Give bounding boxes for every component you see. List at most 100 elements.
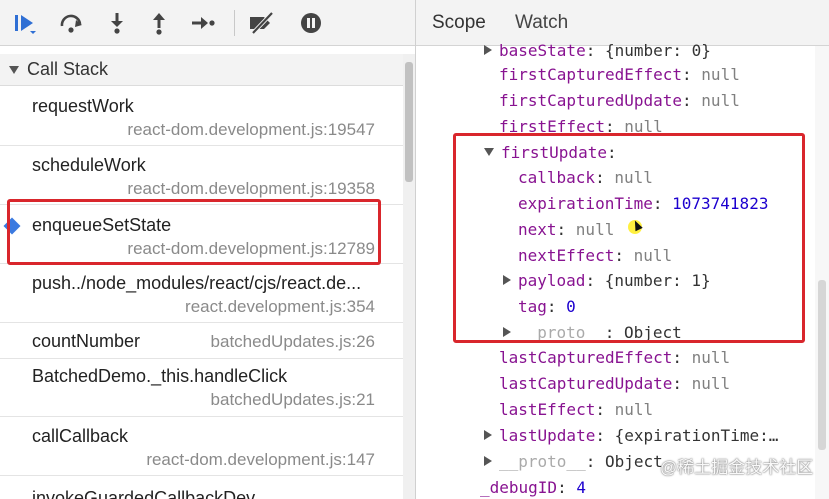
frame-location: react-dom.development.js:19358 [127,179,375,198]
resume-icon [15,15,36,34]
property-key: firstCapturedUpdate [499,90,683,110]
property-key: firstUpdate [501,142,607,162]
call-stack-header[interactable]: Call Stack [0,54,403,86]
property-key: payload [518,270,586,290]
step-button[interactable] [188,8,218,38]
step-into-icon [111,13,123,34]
property-key: _debugID [480,477,558,497]
scope-row-tag[interactable]: tag: 0 [518,293,576,319]
property-key: next [518,219,557,239]
property-key: tag [518,296,547,316]
step-into-button[interactable] [102,8,132,38]
property-key: baseState [499,40,586,60]
property-key: callback [518,167,596,187]
property-value: null [633,245,673,265]
scope-row-first-captured-update[interactable]: firstCapturedUpdate: null [499,87,740,113]
property-value: Object [604,451,663,471]
step-over-button[interactable] [56,8,86,38]
call-frame-request-work[interactable]: requestWork react-dom.development.js:195… [0,87,403,146]
debugger-right-panel: Scope Watch baseState: {number: 0} first… [415,0,829,499]
call-frame-enqueue-set-state[interactable]: enqueueSetState react-dom.development.js… [0,205,403,264]
scope-row-first-update[interactable]: firstUpdate: [484,139,617,165]
scope-row-debug-id[interactable]: _debugID: 4 [480,474,586,499]
watermark: @稀土掘金技术社区 [660,458,814,477]
property-value: null [624,116,663,136]
property-value: 0 [566,296,576,316]
tab-watch[interactable]: Watch [515,12,568,34]
call-frame-count-number[interactable]: countNumber batchedUpdates.js:26 [0,323,403,359]
scope-row-expiration-time[interactable]: expirationTime: 1073741823 [518,190,768,216]
frame-location: react-dom.development.js:12789 [127,239,375,258]
scope-row-callback[interactable]: callback: null [518,164,653,190]
scope-row-first-captured-effect[interactable]: firstCapturedEffect: null [499,61,740,87]
tab-scope[interactable]: Scope [432,12,486,34]
property-value: null [691,373,731,393]
frame-function-name: countNumber [32,331,141,351]
frame-location: batchedUpdates.js:21 [210,390,375,409]
call-frame-push[interactable]: push../node_modules/react/cjs/react.de..… [0,264,403,323]
property-value: null [614,399,654,419]
property-key: firstEffect [499,116,605,136]
property-value: null [701,64,740,84]
scope-row-next[interactable]: next: null [518,216,614,242]
property-value: null [614,167,653,187]
scope-scrollbar-thumb[interactable] [818,280,826,450]
scope-row-last-effect[interactable]: lastEffect: null [499,396,653,422]
property-key: nextEffect [518,245,615,265]
deactivate-breakpoints-button[interactable] [247,8,277,38]
frame-function-name: BatchedDemo._this.handleClick [32,366,288,386]
current-frame-arrow-icon [3,217,21,235]
resume-button[interactable] [10,8,40,38]
deactivate-breakpoints-icon [250,11,274,35]
property-key: __proto__ [518,322,605,342]
scope-row-base-state[interactable]: baseState: {number: 0} [484,37,711,63]
frame-location: batchedUpdates.js:26 [210,332,375,351]
scope-row-proto-inner[interactable]: __proto__: Object [503,319,682,345]
pause-on-exceptions-icon [301,13,321,33]
call-frame-schedule-work[interactable]: scheduleWork react-dom.development.js:19… [0,146,403,205]
toolbar-separator [234,10,235,36]
step-out-button[interactable] [144,8,174,38]
property-value: null [691,347,731,367]
scope-row-proto-outer[interactable]: __proto__: Object [484,448,663,474]
scope-row-last-update[interactable]: lastUpdate: {expirationTime:… [484,422,778,448]
step-over-icon [60,14,82,33]
property-key: lastCapturedEffect [499,347,673,367]
call-frame-handle-click[interactable]: BatchedDemo._this.handleClick batchedUpd… [0,359,403,417]
frame-function-name: enqueueSetState [32,215,172,235]
call-stack-list: requestWork react-dom.development.js:195… [0,87,403,499]
pause-on-exceptions-button[interactable] [296,8,326,38]
property-value: {number: 1} [604,270,711,290]
property-value: {expirationTime:… [614,425,779,445]
debugger-toolbar [0,0,415,46]
expand-arrow-icon [484,430,492,440]
property-key: lastEffect [499,399,596,419]
expand-arrow-icon [484,456,492,466]
debugger-left-panel: Call Stack requestWork react-dom.develop… [0,0,415,499]
scope-row-last-captured-update[interactable]: lastCapturedUpdate: null [499,370,730,396]
call-stack-title: Call Stack [27,59,109,79]
expand-arrow-icon [503,275,511,285]
property-value: {number: 0} [604,40,711,60]
frame-location: react-dom.development.js:147 [146,450,375,469]
frame-function-name: scheduleWork [32,155,146,175]
call-frame-invoke-guarded-callback-dev[interactable]: invokeGuardedCallbackDev [0,476,403,499]
call-frame-call-callback[interactable]: callCallback react-dom.development.js:14… [0,417,403,476]
property-value: 4 [576,477,586,497]
collapse-arrow-icon [484,148,494,156]
property-value: null [701,90,740,110]
property-value: Object [623,322,682,342]
scope-row-payload[interactable]: payload: {number: 1} [503,267,711,293]
expand-arrow-icon [484,45,492,55]
chevron-down-icon [9,65,19,74]
scope-row-next-effect[interactable]: nextEffect: null [518,242,672,268]
call-stack-scrollbar-thumb[interactable] [405,62,413,182]
frame-function-name: callCallback [32,426,129,446]
property-key: expirationTime [518,193,653,213]
property-key: lastUpdate [499,425,596,445]
frame-function-name: requestWork [32,96,134,116]
scope-row-first-effect[interactable]: firstEffect: null [499,113,663,139]
scope-row-last-captured-effect[interactable]: lastCapturedEffect: null [499,344,730,370]
property-key: firstCapturedEffect [499,64,683,84]
property-key: lastCapturedUpdate [499,373,673,393]
